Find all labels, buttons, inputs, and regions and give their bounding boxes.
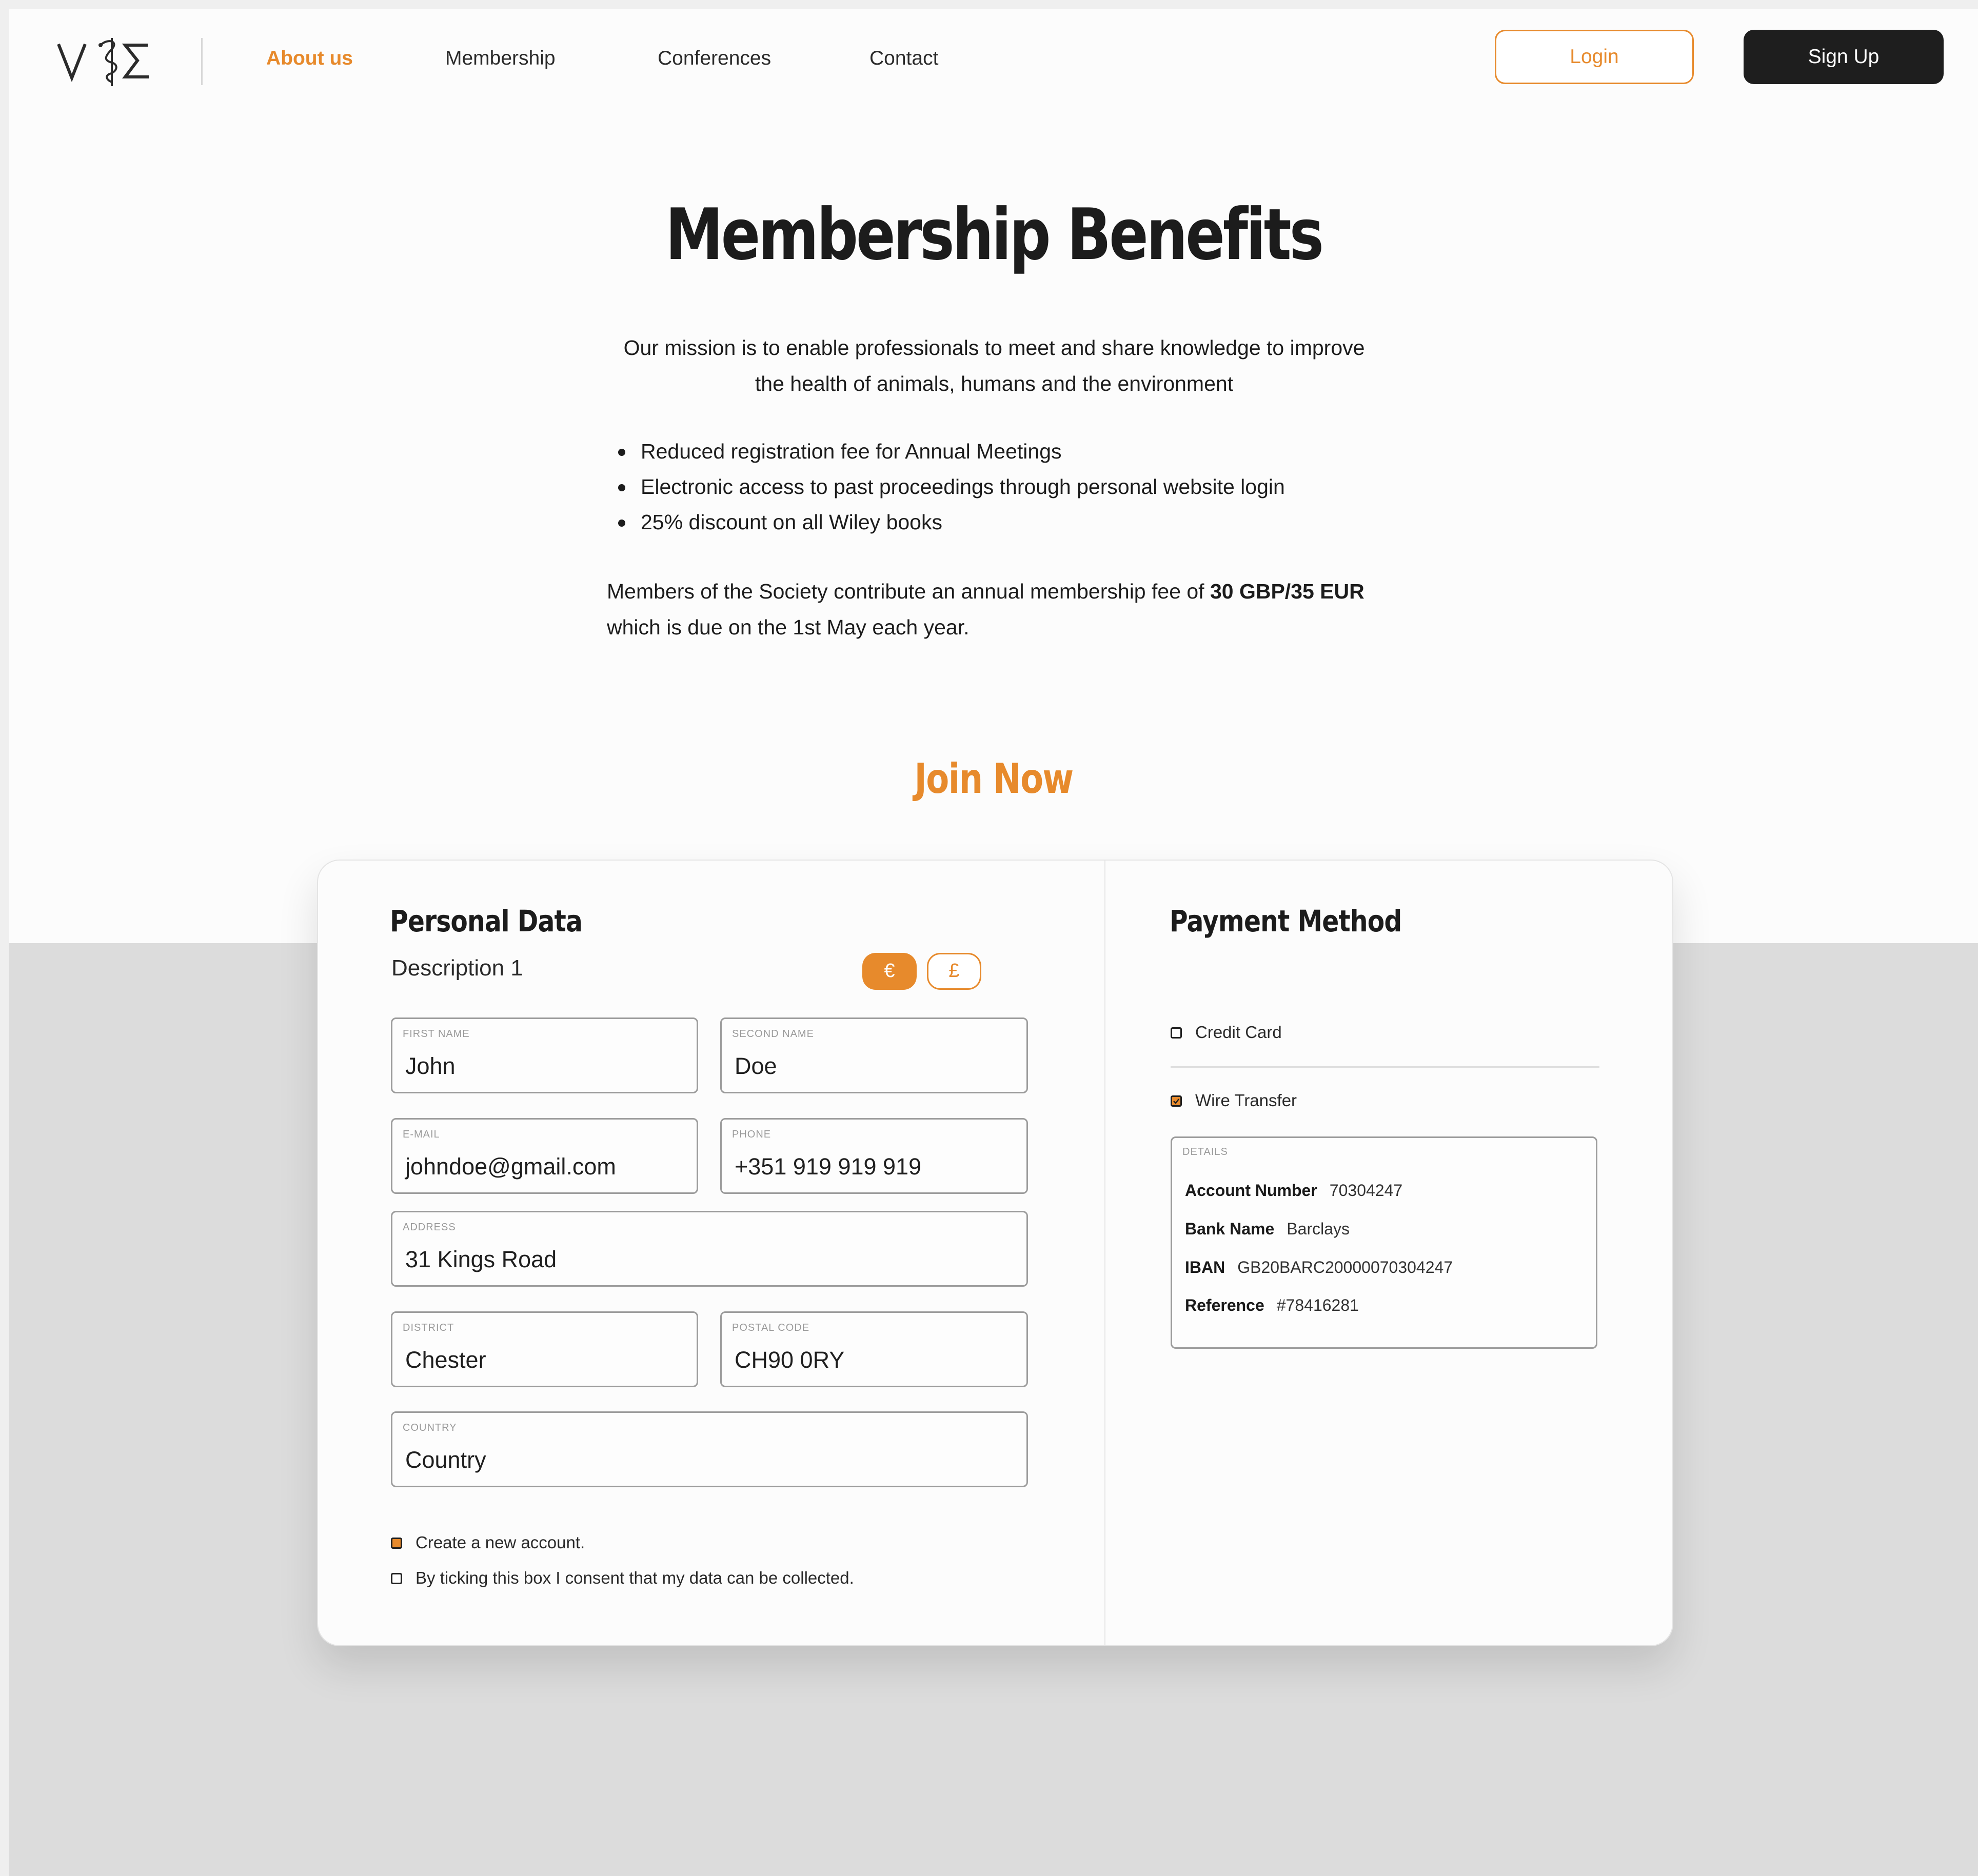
- payment-method-title: Payment Method: [1170, 904, 1402, 939]
- reference-row: Reference #78416281: [1185, 1294, 1359, 1316]
- nav-link-contact[interactable]: Contact: [869, 43, 938, 74]
- postal-code-label: Postal Code: [732, 1322, 810, 1333]
- mission-line-1: Our mission is to enable professionals t…: [623, 336, 1365, 360]
- account-number-value: 70304247: [1329, 1181, 1403, 1200]
- membership-fee-text: Members of the Society contribute an ann…: [607, 573, 1448, 645]
- login-button[interactable]: Login: [1495, 30, 1694, 84]
- currency-eur-button[interactable]: €: [862, 953, 917, 990]
- upper-section: About us Membership Conferences Contact …: [9, 9, 1978, 943]
- mission-line-2: the health of animals, humans and the en…: [755, 372, 1234, 395]
- account-number-key: Account Number: [1185, 1181, 1317, 1200]
- district-field[interactable]: District Chester: [391, 1311, 698, 1387]
- country-value[interactable]: Country: [405, 1446, 486, 1474]
- benefits-list: Reduced registration fee for Annual Meet…: [607, 434, 1479, 540]
- credit-card-checkbox[interactable]: [1171, 1027, 1182, 1039]
- address-field[interactable]: Address 31 Kings Road: [391, 1211, 1028, 1287]
- fee-suffix: which is due on the 1st May each year.: [607, 615, 970, 639]
- mission-statement: Our mission is to enable professionals t…: [573, 330, 1415, 402]
- consent-label: By ticking this box I consent that my da…: [416, 1568, 854, 1587]
- personal-data-title: Personal Data: [390, 904, 583, 939]
- site-logo[interactable]: [56, 31, 159, 92]
- second-name-value[interactable]: Doe: [735, 1052, 777, 1081]
- bank-name-value: Barclays: [1287, 1220, 1350, 1238]
- address-value[interactable]: 31 Kings Road: [405, 1245, 557, 1274]
- page-title: Membership Benefits: [665, 193, 1324, 276]
- credit-card-label: Credit Card: [1195, 1023, 1282, 1042]
- reference-value: #78416281: [1276, 1296, 1359, 1314]
- fee-prefix: Members of the Society contribute an ann…: [607, 580, 1210, 603]
- first-name-field[interactable]: First Name John: [391, 1017, 698, 1093]
- postal-code-value[interactable]: CH90 0RY: [735, 1346, 844, 1374]
- benefit-item: Reduced registration fee for Annual Meet…: [607, 434, 1479, 469]
- nav-link-conferences[interactable]: Conferences: [658, 43, 771, 74]
- email-label: E-mail: [403, 1129, 440, 1140]
- district-value[interactable]: Chester: [405, 1346, 486, 1374]
- country-field[interactable]: Country Country: [391, 1411, 1028, 1487]
- first-name-label: First Name: [403, 1028, 470, 1040]
- district-label: District: [403, 1322, 454, 1333]
- bank-name-row: Bank Name Barclays: [1185, 1218, 1350, 1240]
- wire-transfer-label: Wire Transfer: [1195, 1091, 1297, 1110]
- fee-amount: 30 GBP/35 EUR: [1210, 580, 1364, 603]
- create-account-label: Create a new account.: [416, 1533, 585, 1552]
- sign-up-button[interactable]: Sign Up: [1744, 30, 1944, 84]
- nav-link-membership[interactable]: Membership: [445, 43, 556, 74]
- wire-transfer-details: DETAILS Account Number 70304247 Bank Name…: [1171, 1136, 1597, 1349]
- country-label: Country: [403, 1422, 457, 1433]
- personal-data-description: Description 1: [391, 955, 523, 981]
- payment-divider: [1171, 1066, 1599, 1068]
- first-name-value[interactable]: John: [405, 1052, 456, 1081]
- bank-name-key: Bank Name: [1185, 1220, 1275, 1238]
- details-label: DETAILS: [1182, 1146, 1228, 1157]
- page-frame: About us Membership Conferences Contact …: [9, 9, 1978, 1876]
- top-navigation: About us Membership Conferences Contact …: [9, 9, 1978, 107]
- second-name-label: Second Name: [732, 1028, 814, 1040]
- postal-code-field[interactable]: Postal Code CH90 0RY: [720, 1311, 1028, 1387]
- phone-field[interactable]: Phone +351 919 919 919: [720, 1118, 1028, 1194]
- iban-value: GB20BARC20000070304247: [1237, 1258, 1453, 1276]
- reference-key: Reference: [1185, 1296, 1264, 1314]
- iban-row: IBAN GB20BARC20000070304247: [1185, 1256, 1453, 1279]
- wire-transfer-checkbox[interactable]: [1171, 1095, 1182, 1107]
- join-now-heading: Join Now: [914, 755, 1074, 803]
- currency-gbp-button[interactable]: £: [927, 953, 981, 990]
- create-account-checkbox[interactable]: [391, 1538, 402, 1549]
- nav-divider: [201, 38, 203, 85]
- phone-label: Phone: [732, 1129, 772, 1140]
- email-value[interactable]: johndoe@gmail.com: [405, 1152, 616, 1181]
- iban-key: IBAN: [1185, 1258, 1225, 1276]
- card-divider: [1104, 861, 1105, 1645]
- consent-checkbox[interactable]: [391, 1573, 402, 1584]
- nav-link-about-us[interactable]: About us: [266, 43, 353, 74]
- email-field[interactable]: E-mail johndoe@gmail.com: [391, 1118, 698, 1194]
- address-label: Address: [403, 1222, 456, 1233]
- check-icon: [1173, 1099, 1179, 1104]
- benefit-item: Electronic access to past proceedings th…: [607, 469, 1479, 505]
- second-name-field[interactable]: Second Name Doe: [720, 1017, 1028, 1093]
- benefit-item: 25% discount on all Wiley books: [607, 505, 1479, 540]
- phone-value[interactable]: +351 919 919 919: [735, 1152, 921, 1181]
- account-number-row: Account Number 70304247: [1185, 1179, 1402, 1202]
